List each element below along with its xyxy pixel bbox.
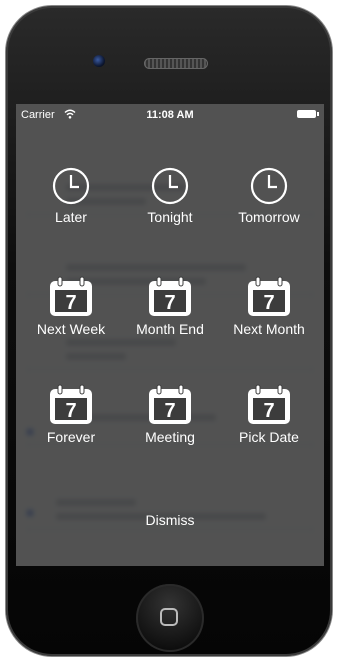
option-month-end[interactable]: 7 Month End	[121, 276, 219, 337]
option-next-month[interactable]: 7 Next Month	[220, 276, 318, 337]
option-label: Meeting	[145, 429, 195, 445]
clock-icon	[151, 167, 189, 205]
option-forever[interactable]: 7 Forever	[22, 384, 120, 445]
option-tonight[interactable]: Tonight	[121, 166, 219, 225]
option-meeting[interactable]: 7 Meeting	[121, 384, 219, 445]
calendar-day-number: 7	[65, 292, 76, 314]
option-tomorrow[interactable]: Tomorrow	[220, 166, 318, 225]
status-bar: Carrier 11:08 AM	[16, 104, 324, 124]
option-label: Tomorrow	[238, 209, 300, 225]
calendar-icon: 7	[50, 384, 92, 424]
calendar-icon: 7	[149, 384, 191, 424]
home-button[interactable]	[136, 584, 204, 652]
option-label: Later	[55, 209, 87, 225]
option-label: Pick Date	[239, 429, 299, 445]
screen: Carrier 11:08 AM Later Tonight Tomorrow …	[16, 104, 324, 566]
option-pick-date[interactable]: 7 Pick Date	[220, 384, 318, 445]
option-later[interactable]: Later	[22, 166, 120, 225]
front-camera	[93, 55, 105, 67]
calendar-icon: 7	[248, 384, 290, 424]
calendar-icon: 7	[248, 276, 290, 316]
battery-icon	[297, 110, 319, 118]
option-label: Next Week	[36, 321, 106, 337]
calendar-icon: 7	[50, 276, 92, 316]
calendar-day-number: 7	[263, 292, 274, 314]
home-button-icon	[160, 608, 178, 626]
option-label: Forever	[46, 429, 96, 445]
option-label: Tonight	[147, 209, 193, 225]
option-label: Next Month	[233, 321, 305, 337]
calendar-icon: 7	[149, 276, 191, 316]
calendar-day-number: 7	[65, 400, 76, 422]
option-next-week[interactable]: 7 Next Week	[22, 276, 120, 337]
option-label: Month End	[136, 321, 204, 337]
calendar-day-number: 7	[263, 400, 274, 422]
calendar-day-number: 7	[164, 400, 175, 422]
dismiss-button[interactable]: Dismiss	[16, 512, 324, 528]
clock-icon	[250, 167, 288, 205]
clock-icon	[52, 167, 90, 205]
calendar-day-number: 7	[164, 292, 175, 314]
earpiece-speaker	[144, 58, 208, 69]
status-time: 11:08 AM	[146, 109, 194, 121]
